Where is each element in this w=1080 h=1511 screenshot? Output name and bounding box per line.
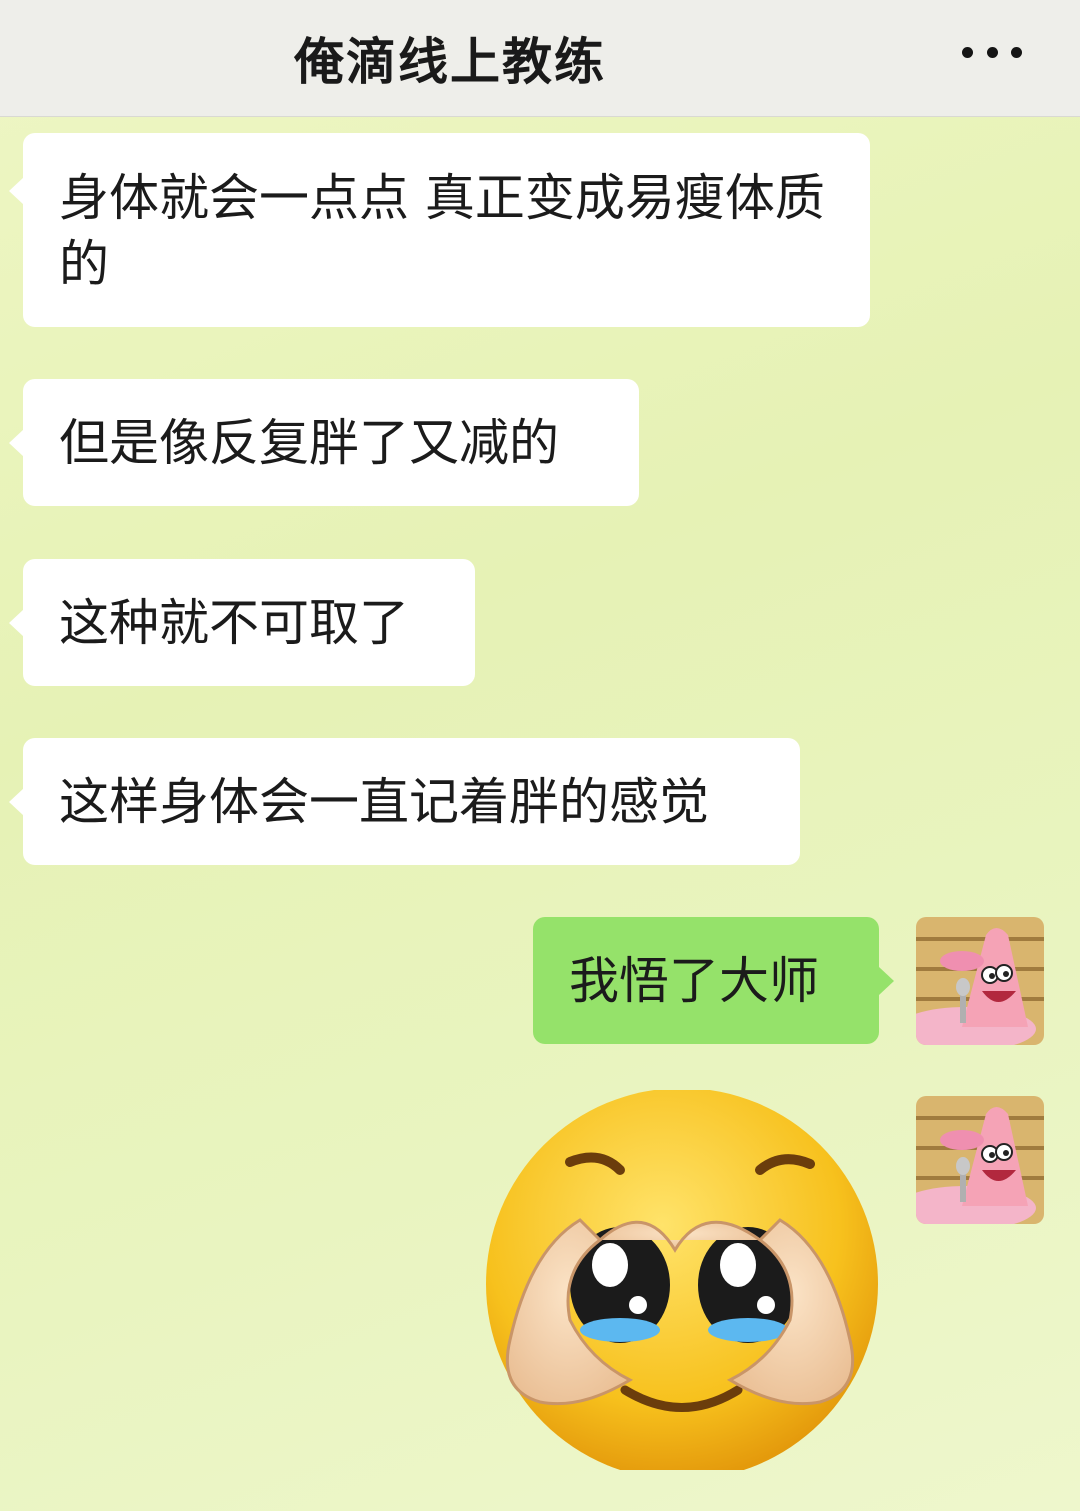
message-text: 我悟了大师: [569, 951, 819, 1010]
patrick-star-avatar-icon: [916, 917, 1044, 1045]
message-text: 这种就不可取了: [59, 593, 409, 652]
patrick-star-avatar-icon: [916, 1096, 1044, 1224]
more-dots-icon[interactable]: [962, 42, 1022, 62]
message-bubble-received[interactable]: 但是像反复胖了又减的: [23, 379, 639, 506]
message-bubble-received[interactable]: 身体就会一点点 真正变成易瘦体质的: [23, 133, 870, 327]
sticker-message[interactable]: [470, 1088, 890, 1480]
message-text: 身体就会一点点 真正变成易瘦体质的: [59, 169, 825, 293]
chat-title: 俺滴线上教练: [294, 33, 606, 91]
message-text: 这样身体会一直记着胖的感觉: [59, 772, 709, 831]
message-bubble-received[interactable]: 这种就不可取了: [23, 559, 475, 686]
pleading-face-heart-hands-icon: [486, 1088, 878, 1480]
user-avatar[interactable]: [916, 917, 1044, 1045]
message-text: 但是像反复胖了又减的: [59, 413, 559, 472]
chat-header: 俺滴线上教练: [0, 0, 1080, 117]
message-bubble-received[interactable]: 这样身体会一直记着胖的感觉: [23, 738, 800, 865]
message-bubble-sent[interactable]: 我悟了大师: [533, 917, 879, 1044]
user-avatar[interactable]: [916, 1096, 1044, 1224]
